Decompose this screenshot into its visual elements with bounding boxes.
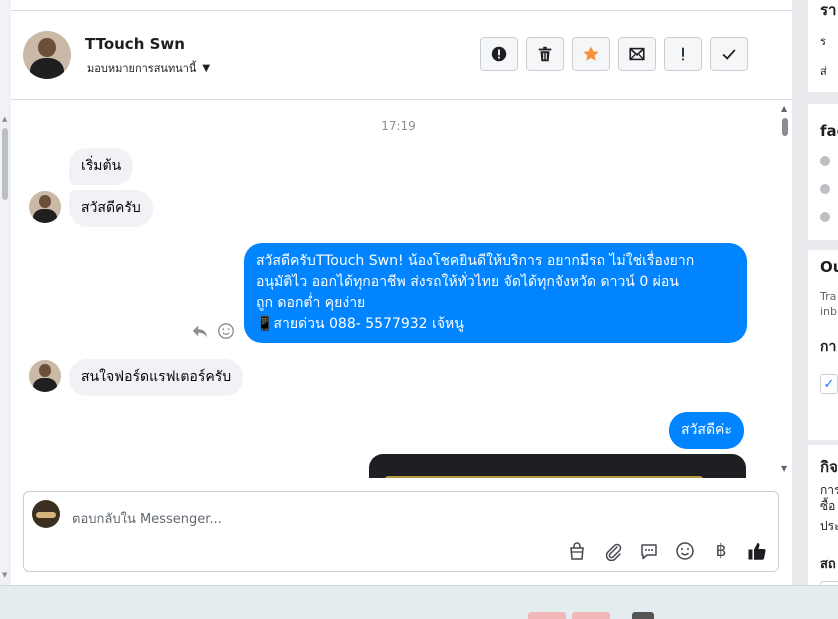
media-attachment[interactable]	[369, 454, 746, 478]
sidebar-card-desc: inb	[820, 305, 838, 318]
envelope-icon	[629, 47, 645, 61]
sidebar-card-text: ประ	[820, 519, 838, 533]
follow-up-button[interactable]	[664, 37, 702, 71]
conversation-panel: TTouch Swn มอบหมายการสนทนานี้ ▼ 17:19 เร…	[11, 0, 792, 585]
star-icon	[583, 46, 599, 61]
paperclip-icon[interactable]	[602, 540, 624, 562]
conversation-actions	[480, 37, 748, 71]
location-pin-icon	[820, 212, 830, 222]
assign-label: มอบหมายการสนทนานี้	[87, 62, 197, 75]
sidebar-card-text[interactable]: ส่	[820, 62, 827, 80]
location-pin-icon	[820, 184, 830, 194]
assign-conversation-dropdown[interactable]: มอบหมายการสนทนานี้ ▼	[87, 59, 210, 77]
baht-icon[interactable]: ฿	[710, 540, 732, 562]
checkbox-checked[interactable]: ✓	[820, 374, 838, 394]
shopping-bag-icon[interactable]	[566, 540, 588, 562]
star-button[interactable]	[572, 37, 610, 71]
message-line: 📱สายด่วน 088- 5577932 เจ้หนู	[256, 316, 464, 332]
saved-reply-icon[interactable]	[638, 540, 660, 562]
scroll-down-arrow-icon[interactable]: ▼	[2, 571, 7, 579]
outgoing-message[interactable]: สวัสดีครับTTouch Swn! น้องโชคยินดีให้บริ…	[244, 243, 747, 343]
page-avatar	[32, 500, 60, 528]
reply-input[interactable]: ตอบกลับใน Messenger...	[72, 508, 222, 529]
reply-icon[interactable]	[191, 322, 209, 340]
spam-icon	[491, 46, 507, 62]
sidebar-card-label: กา	[820, 339, 837, 355]
sidebar-card-title: fac	[820, 122, 838, 140]
done-button[interactable]	[710, 37, 748, 71]
sidebar-card-title: Ou	[820, 258, 838, 276]
incoming-message[interactable]: เริ่มต้น	[69, 148, 134, 185]
emoji-icon[interactable]	[674, 540, 696, 562]
caret-down-icon: ▼	[202, 62, 211, 74]
composer-toolbar: ฿	[566, 540, 768, 562]
message-line: ถูก ดอกต่ำ คุยง่าย	[256, 295, 366, 311]
scroll-down-arrow-icon[interactable]: ▼	[781, 464, 787, 473]
right-sidebar: รา ร ส่ fac Ou Tra inb กา ✓ กิจ การ ซื้อ…	[792, 0, 838, 585]
contact-name[interactable]: TTouch Swn	[85, 35, 185, 53]
message-line: อนุมัติไว ออกได้ทุกอาชีพ ส่งรถให้ทั่วไทย…	[256, 274, 679, 290]
sidebar-card-outcome: Ou Tra inb กา ✓	[808, 250, 838, 440]
delete-button[interactable]	[526, 37, 564, 71]
message-timestamp: 17:19	[381, 119, 416, 133]
exclamation-icon	[682, 47, 684, 61]
sidebar-card-text: ซื้อ	[820, 499, 836, 513]
check-icon	[722, 49, 736, 60]
outgoing-message[interactable]: สวัสดีค่ะ	[669, 412, 744, 449]
sidebar-card-actions: รา ร ส่	[808, 0, 838, 92]
incoming-message[interactable]: สนใจฟอร์ดแรฟเตอร์ครับ	[69, 359, 244, 396]
contact-avatar[interactable]	[23, 31, 71, 79]
taskbar	[0, 585, 838, 619]
spam-button[interactable]	[480, 37, 518, 71]
thumbs-up-icon[interactable]	[746, 540, 768, 562]
clock-icon	[820, 156, 830, 166]
message-line: สวัสดีครับTTouch Swn! น้องโชคยินดีให้บริ…	[256, 253, 695, 269]
message-thread[interactable]: 17:19 เริ่มต้น สวัสดีครับ สวัสดีครับTTou…	[11, 100, 792, 478]
sidebar-card-title: กิจ	[820, 458, 838, 476]
scroll-up-arrow-icon[interactable]: ▲	[2, 115, 7, 123]
sidebar-card-desc: Tra	[820, 290, 837, 303]
trash-icon	[538, 46, 552, 62]
sidebar-card-text[interactable]: ร	[820, 32, 826, 50]
scroll-up-arrow-icon[interactable]: ▲	[781, 104, 787, 113]
thread-scroll-thumb[interactable]	[782, 118, 788, 136]
reply-composer[interactable]: ตอบกลับใน Messenger... ฿	[23, 491, 779, 572]
scroll-thumb[interactable]	[2, 128, 8, 200]
conversation-header: TTouch Swn มอบหมายการสนทนานี้ ▼	[11, 11, 792, 100]
sidebar-card-title: รา	[820, 1, 837, 19]
react-emoji-icon[interactable]	[217, 322, 235, 340]
incoming-message[interactable]: สวัสดีครับ	[69, 190, 153, 227]
message-hover-tools	[191, 322, 235, 340]
sidebar-card-contact: fac	[808, 104, 838, 240]
sidebar-card-label: สถ	[820, 557, 836, 572]
mark-unread-button[interactable]	[618, 37, 656, 71]
contact-avatar-small[interactable]	[29, 191, 61, 223]
thread-scrollbar[interactable]: ▲ ▼	[780, 100, 790, 478]
contact-avatar-small[interactable]	[29, 360, 61, 392]
sidebar-card-activity: กิจ การ ซื้อ ประ สถ	[808, 445, 838, 585]
